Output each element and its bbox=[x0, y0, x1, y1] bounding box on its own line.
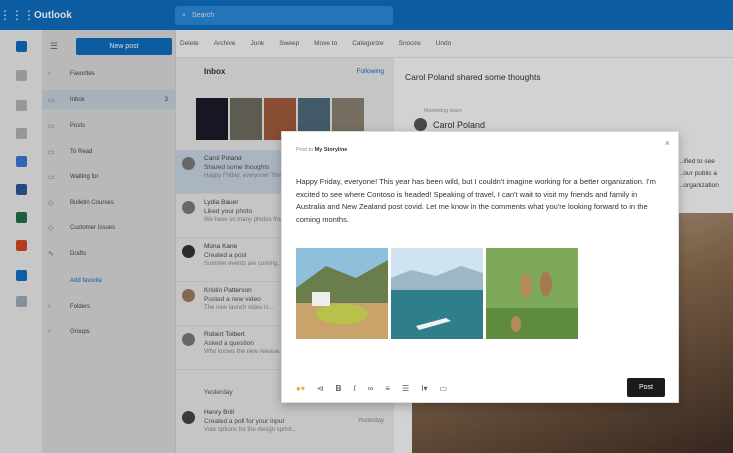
attached-photo-kangaroos[interactable] bbox=[486, 248, 578, 339]
font-size-icon[interactable]: Ⅰ▾ bbox=[421, 384, 427, 393]
attached-photo-beach[interactable] bbox=[296, 248, 388, 339]
outlook-window: ⋮⋮⋮ Outlook ⌕ Search ☰ New post › Favorit… bbox=[0, 0, 733, 453]
post-to-group[interactable]: My Storyline bbox=[315, 147, 348, 153]
italic-icon[interactable]: I bbox=[353, 384, 355, 393]
post-body-text[interactable]: Happy Friday, everyone! This year has be… bbox=[296, 176, 664, 226]
link-icon[interactable]: ∞ bbox=[368, 384, 374, 393]
close-icon[interactable]: × bbox=[665, 138, 670, 148]
compose-post-dialog: × Post to My Storyline Happy Friday, eve… bbox=[281, 131, 679, 403]
numbered-list-icon[interactable]: ☰ bbox=[402, 384, 409, 393]
more-options-icon[interactable]: ▭ bbox=[440, 384, 448, 393]
attached-photo-harbor[interactable] bbox=[391, 248, 483, 339]
bullet-list-icon[interactable]: ≡ bbox=[385, 384, 390, 393]
bold-icon[interactable]: B bbox=[336, 384, 342, 393]
compose-toolbar: ●▾ ⊲ B I ∞ ≡ ☰ Ⅰ▾ ▭ bbox=[296, 379, 666, 397]
post-to-label: Post to My Storyline bbox=[296, 147, 348, 153]
attach-icon[interactable]: ⊲ bbox=[317, 384, 324, 393]
post-button[interactable]: Post bbox=[627, 378, 665, 397]
theme-icon[interactable]: ●▾ bbox=[296, 384, 305, 393]
